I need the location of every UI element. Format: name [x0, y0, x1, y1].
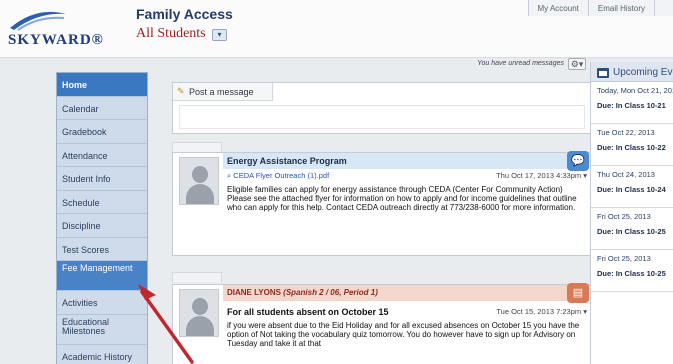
- message-tab-stub: [172, 142, 222, 152]
- logo-swoosh-icon: [10, 11, 66, 31]
- post-message-label: Post a message: [189, 87, 254, 97]
- event-title[interactable]: Due: In Class 10-22: [597, 143, 673, 152]
- sidebar-item-home[interactable]: Home: [57, 73, 147, 97]
- settings-gear-button[interactable]: ⚙▾: [568, 58, 586, 70]
- sidebar-item-discipline[interactable]: Discipline: [57, 214, 147, 238]
- message-sender: DIANE LYONS (Spanish 2 / 06, Period 1): [223, 285, 591, 301]
- app-title: Family Access: [136, 6, 233, 22]
- top-links: My Account Email History: [527, 0, 673, 16]
- event-item[interactable]: Fri Oct 25, 2013 Due: In Class 10-25: [591, 250, 673, 292]
- event-date: Fri Oct 25, 2013: [597, 212, 651, 221]
- event-date: Tue Oct 22, 2013: [597, 128, 655, 137]
- message-center: You have unread messages ⚙▾ ✎ Post a mes…: [158, 58, 598, 364]
- calendar-icon: [597, 68, 609, 78]
- app-header: SKYWARD® Family Access All Students ▾ My…: [0, 0, 673, 58]
- unread-messages-link[interactable]: You have unread messages: [477, 60, 564, 67]
- gear-icon: ⚙▾: [570, 59, 584, 69]
- message-heading: For all students absent on October 15: [227, 307, 389, 317]
- message-date: Thu Oct 17, 2013 4:33pm ▾: [496, 171, 587, 180]
- event-title[interactable]: Due: In Class 10-25: [597, 269, 673, 278]
- event-item[interactable]: Tue Oct 22, 2013 Due: In Class 10-22: [591, 124, 673, 166]
- event-date: Thu Oct 24, 2013: [597, 170, 655, 179]
- sender-name: DIANE LYONS: [227, 288, 281, 297]
- sidebar-item-activities[interactable]: Activities: [57, 291, 147, 315]
- event-title[interactable]: Due: In Class 10-24: [597, 185, 673, 194]
- sidebar-item-calendar[interactable]: Calendar: [57, 96, 147, 120]
- skyward-logo: SKYWARD®: [8, 8, 132, 52]
- post-message-box: ✎ Post a message: [172, 82, 592, 134]
- chat-bubble-icon[interactable]: 💬: [567, 151, 589, 171]
- message-card: Energy Assistance Program 💬 ⌕ CEDA Flyer…: [172, 151, 592, 256]
- sidebar-item-academic-history[interactable]: Academic History: [57, 344, 147, 364]
- sidebar-nav: Home Calendar Gradebook Attendance Stude…: [56, 72, 148, 364]
- avatar: [179, 289, 219, 337]
- post-message-input[interactable]: [179, 105, 585, 129]
- message-meta: ⌕ CEDA Flyer Outreach (1).pdf Thu Oct 17…: [227, 171, 587, 183]
- message-meta: Tue Oct 15, 2013 7:23pm ▾: [467, 307, 587, 319]
- sidebar-item-attendance[interactable]: Attendance: [57, 143, 147, 167]
- chevron-down-icon: ▾: [217, 30, 222, 39]
- event-item[interactable]: Thu Oct 24, 2013 Due: In Class 10-24: [591, 166, 673, 208]
- pencil-icon: ✎: [177, 86, 185, 96]
- top-link-extra[interactable]: [654, 0, 673, 16]
- sidebar-item-gradebook[interactable]: Gradebook: [57, 120, 147, 144]
- event-date: Fri Oct 25, 2013: [597, 254, 651, 263]
- logo-text: SKYWARD®: [8, 32, 104, 48]
- email-history-link[interactable]: Email History: [587, 0, 654, 16]
- message-card: DIANE LYONS (Spanish 2 / 06, Period 1) ▤…: [172, 283, 592, 364]
- message-tab-stub: [172, 272, 222, 282]
- event-item[interactable]: Today, Mon Oct 21, 2013 Due: In Class 10…: [591, 82, 673, 124]
- upcoming-events-title: Upcoming Events: [613, 67, 673, 78]
- event-title[interactable]: Due: In Class 10-21: [597, 101, 673, 110]
- upcoming-events-panel: Upcoming Events Today, Mon Oct 21, 2013 …: [590, 62, 673, 364]
- sidebar-item-test-scores[interactable]: Test Scores: [57, 237, 147, 261]
- avatar: [179, 157, 219, 205]
- sidebar-item-student-info[interactable]: Student Info: [57, 167, 147, 191]
- upcoming-events-header: Upcoming Events: [591, 62, 673, 82]
- my-account-link[interactable]: My Account: [527, 0, 588, 16]
- student-dropdown-button[interactable]: ▾: [212, 29, 227, 41]
- sidebar-item-schedule[interactable]: Schedule: [57, 190, 147, 214]
- message-date: Tue Oct 15, 2013 7:23pm ▾: [496, 307, 587, 316]
- book-icon[interactable]: ▤: [567, 283, 589, 303]
- message-body: if you were absent due to the Eid Holida…: [227, 321, 580, 348]
- student-selector[interactable]: All Students: [136, 26, 206, 42]
- message-title: Energy Assistance Program: [223, 153, 591, 169]
- post-message-tab[interactable]: ✎ Post a message: [173, 83, 273, 101]
- event-item[interactable]: Fri Oct 25, 2013 Due: In Class 10-25: [591, 208, 673, 250]
- message-body: Eligible families can apply for energy a…: [227, 185, 577, 212]
- event-date: Today, Mon Oct 21, 2013: [597, 86, 673, 95]
- attachment-link[interactable]: CEDA Flyer Outreach (1).pdf: [233, 171, 329, 180]
- sidebar-item-fee-management[interactable]: Fee Management: [57, 261, 147, 291]
- event-title[interactable]: Due: In Class 10-25: [597, 227, 673, 236]
- sidebar-item-educational-milestones[interactable]: Educational Milestones: [57, 314, 147, 345]
- sender-course: (Spanish 2 / 06, Period 1): [283, 288, 378, 297]
